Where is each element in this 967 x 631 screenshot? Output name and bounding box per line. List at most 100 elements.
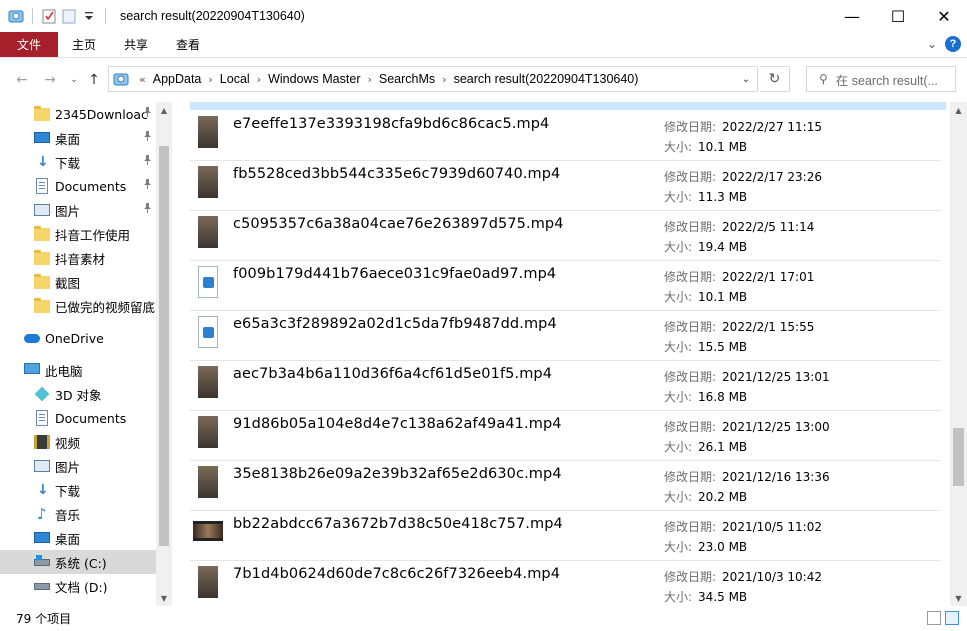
this-pc-icon xyxy=(24,362,40,378)
file-name: e65a3c3f289892a02d1c5da7fb9487dd.mp4 xyxy=(233,316,557,332)
scroll-up-icon[interactable]: ▲ xyxy=(156,102,172,118)
file-size-label: 大小: xyxy=(664,490,693,504)
chevron-right-icon[interactable]: › xyxy=(363,73,375,86)
file-row[interactable]: c5095357c6a38a04cae76e263897d575.mp4 修改日期… xyxy=(190,211,940,261)
sidebar-item-label: 桌面 xyxy=(55,131,81,147)
sidebar-item[interactable]: 已做完的视频留底 xyxy=(0,294,156,318)
file-row[interactable]: bb22abdcc67a3672b7d38c50e418c757.mp4 修改日期… xyxy=(190,511,940,561)
sidebar-item[interactable]: 2345Downloac xyxy=(0,102,156,126)
breadcrumb-searchms[interactable]: SearchMs xyxy=(376,72,438,86)
sidebar-item[interactable]: 桌面 xyxy=(0,526,156,550)
content-scroll-thumb[interactable] xyxy=(953,428,964,486)
close-button[interactable]: ✕ xyxy=(921,0,967,32)
quick-access-toolbar: search result(20220904T130640) xyxy=(0,0,305,32)
breadcrumb-windows-master[interactable]: Windows Master xyxy=(265,72,363,86)
tab-home[interactable]: 主页 xyxy=(58,32,110,57)
search-input[interactable]: ⚲ 在 search result(... xyxy=(806,66,956,92)
modified-date-value: 2022/2/27 11:15 xyxy=(722,120,822,134)
music-icon: ♪ xyxy=(37,505,47,523)
details-view-button[interactable] xyxy=(927,611,941,625)
file-row[interactable]: e65a3c3f289892a02d1c5da7fb9487dd.mp4 修改日期… xyxy=(190,311,940,361)
video-file-icon xyxy=(198,316,218,348)
file-row[interactable]: e7eeffe137e3393198cfa9bd6c86cac5.mp4 修改日期… xyxy=(190,111,940,161)
file-name: bb22abdcc67a3672b7d38c50e418c757.mp4 xyxy=(233,516,563,532)
scroll-down-icon[interactable]: ▼ xyxy=(156,590,172,606)
expand-ribbon-icon[interactable]: ⌄ xyxy=(927,37,937,51)
address-bar[interactable]: « AppData › Local › Windows Master › Sea… xyxy=(108,66,758,92)
file-size: 大小: 16.8 MB xyxy=(664,388,747,405)
modified-date-label: 修改日期: xyxy=(664,120,717,134)
title-bar: search result(20220904T130640) — ☐ ✕ xyxy=(0,0,967,32)
tab-share[interactable]: 共享 xyxy=(110,32,162,57)
folder-icon xyxy=(34,226,50,242)
sidebar-item[interactable]: 此电脑 xyxy=(0,358,156,382)
sidebar-item[interactable]: ♪ 音乐 xyxy=(0,502,156,526)
minimize-button[interactable]: — xyxy=(829,0,875,32)
file-row[interactable]: 35e8138b26e09a2e39b32af65e2d630c.mp4 修改日期… xyxy=(190,461,940,511)
chevron-right-icon[interactable]: › xyxy=(253,73,265,86)
sidebar-item[interactable]: 桌面 xyxy=(0,126,156,150)
sidebar-item[interactable]: ↓ 下载 xyxy=(0,150,156,174)
pictures-icon xyxy=(34,458,50,474)
maximize-button[interactable]: ☐ xyxy=(875,0,921,32)
content-scrollbar[interactable] xyxy=(950,102,967,606)
recent-locations-button[interactable]: ⌄ xyxy=(64,70,84,90)
file-row[interactable]: 7b1d4b0624d60de7c8c6c26f7326eeb4.mp4 修改日期… xyxy=(190,561,940,606)
sidebar-item[interactable]: 抖音工作使用 xyxy=(0,222,156,246)
system-drive-icon xyxy=(34,554,50,570)
explorer-app-icon[interactable] xyxy=(8,8,24,24)
sidebar-item[interactable]: ↓ 下载 xyxy=(0,478,156,502)
modified-date-label: 修改日期: xyxy=(664,570,717,584)
sidebar-scroll-thumb[interactable] xyxy=(159,146,169,546)
breadcrumb-search-result[interactable]: search result(20220904T130640) xyxy=(451,72,642,86)
sidebar-item[interactable]: OneDrive xyxy=(0,326,156,350)
file-row[interactable]: fb5528ced3bb544c335e6c7939d60740.mp4 修改日期… xyxy=(190,161,940,211)
breadcrumb-local[interactable]: Local xyxy=(217,72,253,86)
sidebar-item[interactable]: 文档 (D:) xyxy=(0,574,156,598)
sidebar-item[interactable]: 截图 xyxy=(0,270,156,294)
modified-date-value: 2022/2/5 11:14 xyxy=(722,220,815,234)
chevron-right-icon[interactable]: › xyxy=(438,73,450,86)
modified-date: 修改日期: 2021/10/5 11:02 xyxy=(664,518,822,535)
breadcrumb-appdata[interactable]: AppData xyxy=(150,72,205,86)
file-size: 大小: 26.1 MB xyxy=(664,438,747,455)
scroll-down-icon[interactable]: ▼ xyxy=(950,590,967,606)
new-folder-icon[interactable] xyxy=(61,8,77,24)
sidebar-item[interactable]: 图片 xyxy=(0,198,156,222)
qa-separator xyxy=(32,8,33,24)
address-dropdown-icon[interactable]: ⌄ xyxy=(735,67,757,91)
customize-qa-icon[interactable] xyxy=(81,8,97,24)
file-size-value: 34.5 MB xyxy=(698,590,748,604)
sidebar-item[interactable]: 视频 xyxy=(0,430,156,454)
file-size: 大小: 20.2 MB xyxy=(664,488,747,505)
modified-date-label: 修改日期: xyxy=(664,370,717,384)
tab-file[interactable]: 文件 xyxy=(0,32,58,57)
back-button[interactable]: ← xyxy=(12,70,32,90)
qa-separator xyxy=(105,8,106,24)
properties-icon[interactable] xyxy=(41,8,57,24)
chevron-right-icon[interactable]: › xyxy=(204,73,216,86)
sidebar-item[interactable]: 3D 对象 xyxy=(0,382,156,406)
breadcrumb-overflow[interactable]: « xyxy=(135,73,150,86)
scroll-up-icon[interactable]: ▲ xyxy=(950,102,967,118)
modified-date: 修改日期: 2022/2/17 23:26 xyxy=(664,168,822,185)
file-row[interactable]: aec7b3a4b6a110d36f6a4cf61d5e01f5.mp4 修改日期… xyxy=(190,361,940,411)
pin-icon xyxy=(143,107,152,120)
large-icons-view-button[interactable] xyxy=(945,611,959,625)
sidebar-item-label: Documents xyxy=(55,410,127,426)
sidebar-item[interactable]: 系统 (C:) xyxy=(0,550,156,574)
up-button[interactable]: ↑ xyxy=(84,70,104,90)
sidebar-item[interactable]: 抖音素材 xyxy=(0,246,156,270)
tab-view[interactable]: 查看 xyxy=(162,32,214,57)
sidebar-item[interactable]: Documents xyxy=(0,174,156,198)
help-icon[interactable]: ? xyxy=(945,36,961,52)
file-row[interactable]: 91d86b05a104e8d4e7c138a62af49a41.mp4 修改日期… xyxy=(190,411,940,461)
sidebar-item[interactable]: Documents xyxy=(0,406,156,430)
sidebar-item[interactable]: 图片 xyxy=(0,454,156,478)
file-name: c5095357c6a38a04cae76e263897d575.mp4 xyxy=(233,216,564,232)
file-row[interactable]: f009b179d441b76aece031c9fae0ad97.mp4 修改日期… xyxy=(190,261,940,311)
forward-button[interactable]: → xyxy=(40,70,60,90)
file-size: 大小: 10.1 MB xyxy=(664,288,747,305)
selected-row-remnant[interactable] xyxy=(190,102,946,110)
refresh-button[interactable]: ↻ xyxy=(760,66,790,92)
